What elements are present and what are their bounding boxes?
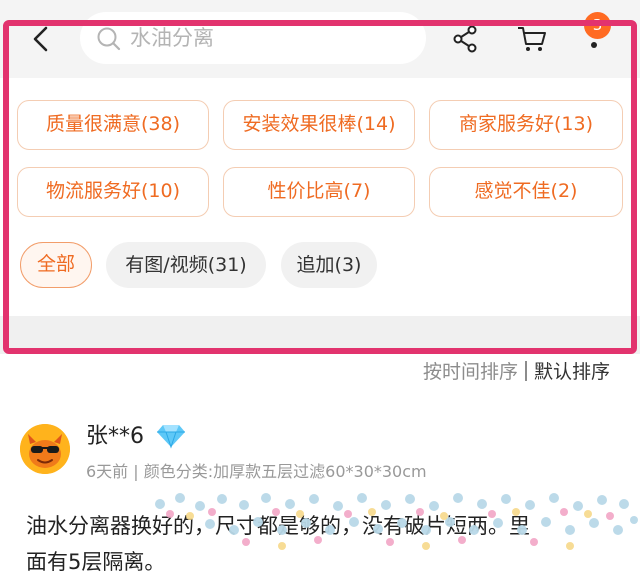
more-dots-icon[interactable] (591, 42, 597, 48)
review-time: 6天前 (86, 462, 129, 481)
review-text: 油水分离器换好的，尺寸都是够的，没有破片短两。里 面有5层隔离。 (26, 508, 626, 580)
diamond-icon (157, 425, 185, 449)
search-placeholder[interactable]: 水油分离 (130, 24, 214, 52)
sort-by-time[interactable]: 按时间排序 (423, 361, 518, 383)
sort-divider (524, 361, 527, 381)
review-text-line: 面有5层隔离。 (26, 550, 166, 574)
meta-separator: | (133, 462, 144, 481)
review-tag[interactable]: 质量很满意(38) (17, 100, 209, 150)
review-tag[interactable]: 物流服务好(10) (17, 167, 209, 217)
back-chevron-icon[interactable] (26, 24, 56, 54)
filter-follow-up[interactable]: 追加(3) (281, 242, 377, 288)
sort-options: 按时间排序 默认排序 (423, 358, 610, 386)
review-username: 张**6 (86, 424, 144, 449)
review-tag[interactable]: 感觉不佳(2) (429, 167, 623, 217)
avatar[interactable] (20, 424, 70, 474)
cart-badge: 3 (584, 12, 611, 39)
section-divider (0, 316, 640, 354)
sort-default[interactable]: 默认排序 (534, 361, 610, 383)
review-spec: 颜色分类:加厚款五层过滤60*30*30cm (143, 462, 427, 481)
search-bar[interactable]: 水油分离 (80, 12, 426, 64)
share-icon[interactable] (450, 24, 480, 54)
search-icon (97, 27, 121, 51)
avatar-mascot-icon (20, 424, 70, 474)
review-meta: 6天前 | 颜色分类:加厚款五层过滤60*30*30cm (86, 460, 427, 484)
filter-all[interactable]: 全部 (20, 242, 92, 288)
review-tag[interactable]: 性价比高(7) (223, 167, 415, 217)
review-text-line: 油水分离器换好的，尺寸都是够的，没有破片短两。里 (26, 514, 530, 538)
filter-with-media[interactable]: 有图/视频(31) (106, 242, 266, 288)
top-bar: 水油分离 3 (0, 0, 640, 78)
review-tag[interactable]: 商家服务好(13) (429, 100, 623, 150)
review-tags-panel: 质量很满意(38) 安装效果很棒(14) 商家服务好(13) 物流服务好(10)… (0, 78, 640, 316)
review-tag[interactable]: 安装效果很棒(14) (223, 100, 415, 150)
cart-icon[interactable] (516, 24, 548, 54)
